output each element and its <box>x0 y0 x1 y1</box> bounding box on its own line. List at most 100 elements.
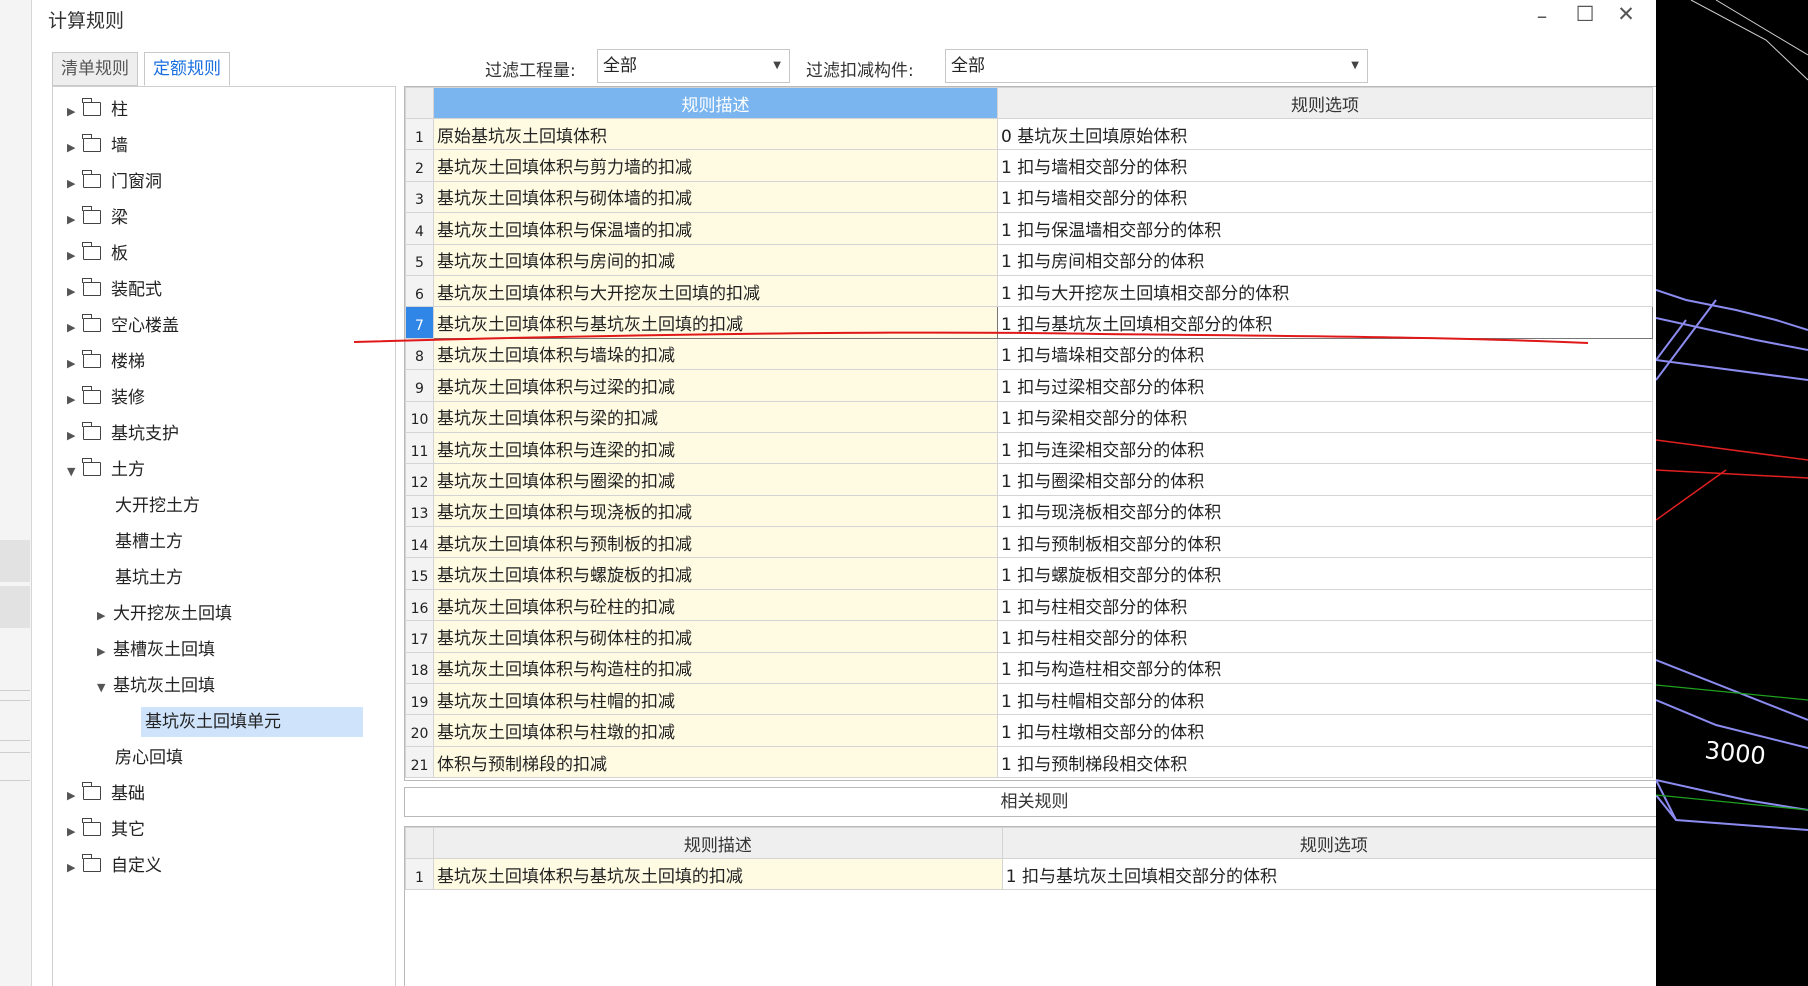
expand-arrow-icon[interactable]: ▶ <box>97 601 113 631</box>
tree-node-other[interactable]: ▶ 其它 <box>67 815 145 845</box>
rules-row[interactable]: 15 基坑灰土回填体积与螺旋板的扣减 1 扣与螺旋板相交部分的体积 <box>405 557 1653 590</box>
rule-option-cell[interactable]: 1 扣与墙垛相交部分的体积 <box>997 337 1653 371</box>
rule-option-cell[interactable]: 1 扣与基坑灰土回填相交部分的体积 <box>997 306 1653 339</box>
tree-node-open-excavation[interactable]: 大开挖土方 <box>115 491 200 521</box>
rules-row[interactable]: 12 基坑灰土回填体积与圈梁的扣减 1 扣与圈梁相交部分的体积 <box>405 463 1653 496</box>
tree-node-decoration[interactable]: ▶ 装修 <box>67 383 145 413</box>
row-number[interactable]: 12 <box>405 463 434 496</box>
rule-description-cell[interactable]: 基坑灰土回填体积与连梁的扣减 <box>433 431 998 465</box>
collapse-arrow-icon[interactable]: ▼ <box>97 673 113 703</box>
rule-description-cell[interactable]: 基坑灰土回填体积与砼柱的扣减 <box>433 588 998 622</box>
rules-row[interactable]: 11 基坑灰土回填体积与连梁的扣减 1 扣与连梁相交部分的体积 <box>405 431 1653 465</box>
tree-node-wall[interactable]: ▶ 墙 <box>67 131 128 161</box>
rule-description-cell[interactable]: 基坑灰土回填体积与圈梁的扣减 <box>433 463 998 496</box>
tree-node-beam[interactable]: ▶ 梁 <box>67 203 128 233</box>
row-number[interactable]: 4 <box>405 212 434 245</box>
expand-arrow-icon[interactable]: ▶ <box>67 133 83 163</box>
expand-arrow-icon[interactable]: ▶ <box>67 277 83 307</box>
tree-node-hollow-floor[interactable]: ▶ 空心楼盖 <box>67 311 179 341</box>
tree-node-pit-support[interactable]: ▶ 基坑支护 <box>67 419 179 449</box>
rules-row[interactable]: 9 基坑灰土回填体积与过梁的扣减 1 扣与过梁相交部分的体积 <box>405 369 1653 402</box>
row-number[interactable]: 2 <box>405 149 434 182</box>
rule-option-cell[interactable]: 1 扣与过梁相交部分的体积 <box>997 369 1653 402</box>
rule-option-cell[interactable]: 1 扣与预制梯段相交体积 <box>997 745 1653 779</box>
model-viewport[interactable]: 3000 <box>1656 0 1808 986</box>
rule-description-cell[interactable]: 基坑灰土回填体积与构造柱的扣减 <box>433 651 998 685</box>
rule-description-cell[interactable]: 基坑灰土回填体积与剪力墙的扣减 <box>433 149 998 182</box>
related-row[interactable]: 1 基坑灰土回填体积与基坑灰土回填的扣减 1 扣与基坑灰土回填相交部分的体积 <box>405 857 1666 891</box>
row-number[interactable]: 1 <box>405 857 434 891</box>
rule-option-cell[interactable]: 1 扣与柱墩相交部分的体积 <box>997 714 1653 747</box>
expand-arrow-icon[interactable]: ▶ <box>67 817 83 847</box>
rule-option-cell[interactable]: 1 扣与梁相交部分的体积 <box>997 400 1653 433</box>
rule-description-cell[interactable]: 基坑灰土回填体积与柱墩的扣减 <box>433 714 998 747</box>
row-number[interactable]: 10 <box>405 400 434 433</box>
rule-option-cell[interactable]: 0 基坑灰土回填原始体积 <box>997 117 1653 151</box>
row-number[interactable]: 8 <box>405 337 434 371</box>
related-header-description[interactable]: 规则描述 <box>432 827 1003 859</box>
expand-arrow-icon[interactable]: ▶ <box>67 169 83 199</box>
row-number[interactable]: 11 <box>405 431 434 465</box>
tree-node-foundation[interactable]: ▶ 基础 <box>67 779 145 809</box>
rule-description-cell[interactable]: 基坑灰土回填体积与基坑灰土回填的扣减 <box>432 857 1003 891</box>
tree-node-trench-earthwork[interactable]: 基槽土方 <box>115 527 183 557</box>
row-number[interactable]: 6 <box>405 274 434 308</box>
rule-description-cell[interactable]: 基坑灰土回填体积与墙垛的扣减 <box>433 337 998 371</box>
rule-option-cell[interactable]: 1 扣与房间相交部分的体积 <box>997 243 1653 276</box>
rule-description-cell[interactable]: 基坑灰土回填体积与砌体墙的扣减 <box>433 180 998 214</box>
rule-description-cell[interactable]: 基坑灰土回填体积与梁的扣减 <box>433 400 998 433</box>
expand-arrow-icon[interactable]: ▶ <box>67 97 83 127</box>
row-number[interactable]: 3 <box>405 180 434 214</box>
rules-row[interactable]: 10 基坑灰土回填体积与梁的扣减 1 扣与梁相交部分的体积 <box>405 400 1653 433</box>
row-number[interactable]: 1 <box>405 117 434 151</box>
rule-description-cell[interactable]: 基坑灰土回填体积与砌体柱的扣减 <box>433 620 998 653</box>
tree-node-stairs[interactable]: ▶ 楼梯 <box>67 347 145 377</box>
rules-row[interactable]: 5 基坑灰土回填体积与房间的扣减 1 扣与房间相交部分的体积 <box>405 243 1653 276</box>
header-rule-option[interactable]: 规则选项 <box>997 87 1653 119</box>
tab-bill-rules[interactable]: 清单规则 <box>52 52 138 86</box>
row-number[interactable]: 9 <box>405 369 434 402</box>
tree-node-room-backfill[interactable]: 房心回填 <box>115 743 183 773</box>
expand-arrow-icon[interactable]: ▶ <box>67 313 83 343</box>
rules-row[interactable]: 20 基坑灰土回填体积与柱墩的扣减 1 扣与柱墩相交部分的体积 <box>405 714 1653 747</box>
maximize-icon[interactable]: ☐ <box>1571 2 1599 26</box>
rule-option-cell[interactable]: 1 扣与柱相交部分的体积 <box>997 588 1653 622</box>
row-number[interactable]: 16 <box>405 588 434 622</box>
rules-row[interactable]: 2 基坑灰土回填体积与剪力墙的扣减 1 扣与墙相交部分的体积 <box>405 149 1653 182</box>
rule-option-cell[interactable]: 1 扣与保温墙相交部分的体积 <box>997 212 1653 245</box>
tree-node-pit-lime-backfill[interactable]: ▼ 基坑灰土回填 <box>97 671 215 701</box>
expand-arrow-icon[interactable]: ▶ <box>67 205 83 235</box>
rule-description-cell[interactable]: 基坑灰土回填体积与基坑灰土回填的扣减 <box>433 306 998 339</box>
rule-option-cell[interactable]: 1 扣与构造柱相交部分的体积 <box>997 651 1653 685</box>
tree-node-earthwork[interactable]: ▼ 土方 <box>67 455 145 485</box>
rule-description-cell[interactable]: 基坑灰土回填体积与过梁的扣减 <box>433 369 998 402</box>
expand-arrow-icon[interactable]: ▶ <box>67 349 83 379</box>
rule-option-cell[interactable]: 1 扣与柱相交部分的体积 <box>997 620 1653 653</box>
rules-row[interactable]: 17 基坑灰土回填体积与砌体柱的扣减 1 扣与柱相交部分的体积 <box>405 620 1653 653</box>
rule-option-cell[interactable]: 1 扣与预制板相交部分的体积 <box>997 526 1653 559</box>
tree-node-prefab[interactable]: ▶ 装配式 <box>67 275 162 305</box>
rule-description-cell[interactable]: 基坑灰土回填体积与房间的扣减 <box>433 243 998 276</box>
rules-row[interactable]: 19 基坑灰土回填体积与柱帽的扣减 1 扣与柱帽相交部分的体积 <box>405 683 1653 716</box>
header-rule-description[interactable]: 规则描述 <box>433 87 998 119</box>
rule-option-cell[interactable]: 1 扣与连梁相交部分的体积 <box>997 431 1653 465</box>
rule-description-cell[interactable]: 基坑灰土回填体积与保温墙的扣减 <box>433 212 998 245</box>
related-header-option[interactable]: 规则选项 <box>1001 827 1666 859</box>
rules-row[interactable]: 7 基坑灰土回填体积与基坑灰土回填的扣减 1 扣与基坑灰土回填相交部分的体积 <box>405 306 1653 339</box>
expand-arrow-icon[interactable]: ▶ <box>97 637 113 667</box>
rules-row[interactable]: 3 基坑灰土回填体积与砌体墙的扣减 1 扣与墙相交部分的体积 <box>405 180 1653 214</box>
rules-row[interactable]: 14 基坑灰土回填体积与预制板的扣减 1 扣与预制板相交部分的体积 <box>405 526 1653 559</box>
rules-row[interactable]: 21 体积与预制梯段的扣减 1 扣与预制梯段相交体积 <box>405 745 1653 779</box>
rule-option-cell[interactable]: 1 扣与柱帽相交部分的体积 <box>997 683 1653 716</box>
tree-node-column[interactable]: ▶ 柱 <box>67 95 128 125</box>
rules-row[interactable]: 4 基坑灰土回填体积与保温墙的扣减 1 扣与保温墙相交部分的体积 <box>405 212 1653 245</box>
rule-option-cell[interactable]: 1 扣与圈梁相交部分的体积 <box>997 463 1653 496</box>
rules-row[interactable]: 13 基坑灰土回填体积与现浇板的扣减 1 扣与现浇板相交部分的体积 <box>405 494 1653 528</box>
row-number[interactable]: 14 <box>405 526 434 559</box>
expand-arrow-icon[interactable]: ▶ <box>67 421 83 451</box>
rule-description-cell[interactable]: 基坑灰土回填体积与大开挖灰土回填的扣减 <box>433 274 998 308</box>
rule-description-cell[interactable]: 基坑灰土回填体积与预制板的扣减 <box>433 526 998 559</box>
row-number[interactable]: 13 <box>405 494 434 528</box>
rule-option-cell[interactable]: 1 扣与大开挖灰土回填相交部分的体积 <box>997 274 1653 308</box>
rule-option-cell[interactable]: 1 扣与现浇板相交部分的体积 <box>997 494 1653 528</box>
